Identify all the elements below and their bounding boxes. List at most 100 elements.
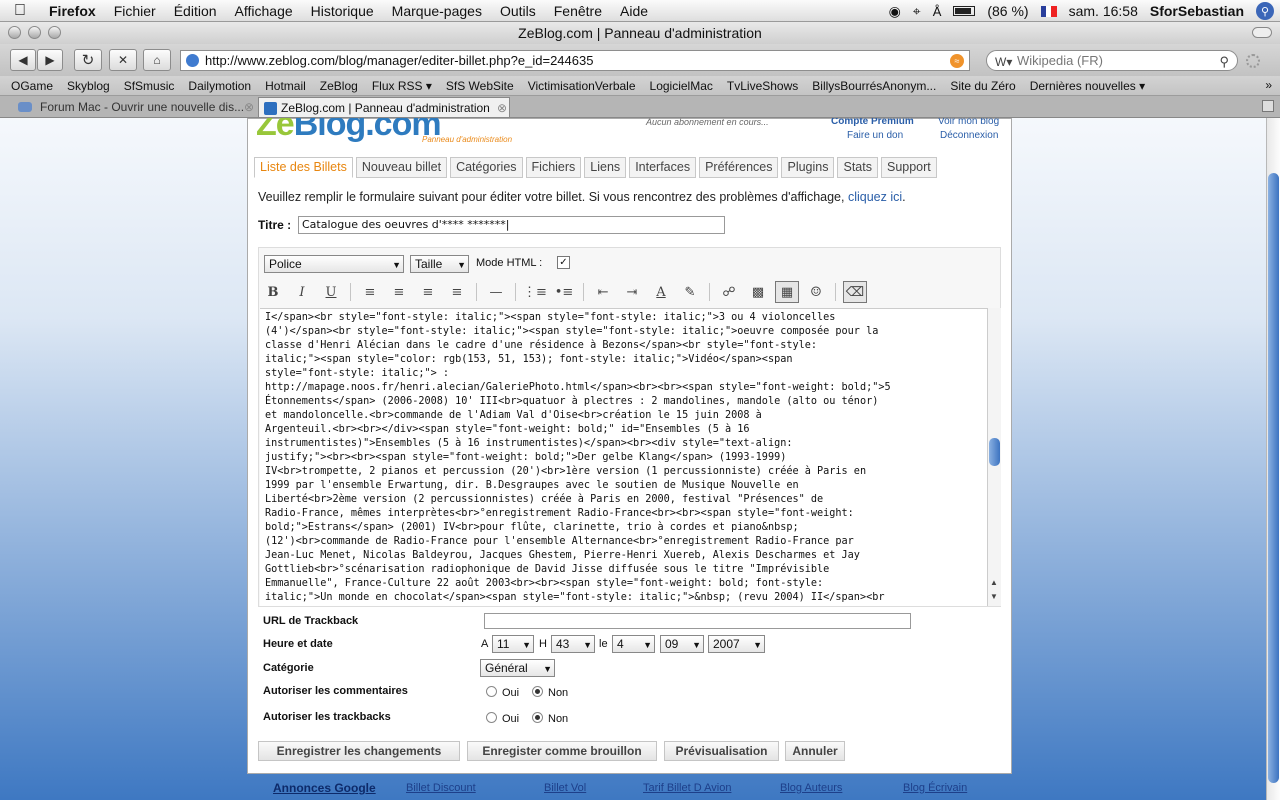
trackbacks-oui-radio[interactable] (486, 712, 497, 723)
html-mode-checkbox[interactable]: ✓ (557, 256, 570, 269)
font-family-select[interactable]: Police ▼ (264, 255, 404, 273)
eraser-icon[interactable]: ⌫ (843, 281, 867, 303)
text-color-button[interactable]: A (649, 281, 673, 303)
trackback-url-input[interactable] (484, 613, 911, 629)
minimize-window-button[interactable] (28, 26, 41, 39)
bookmark-item[interactable]: BillysBourrésAnonym... (805, 79, 943, 93)
tab-fichiers[interactable]: Fichiers (525, 157, 582, 178)
bookmark-item[interactable]: VictimisationVerbale (521, 79, 643, 93)
donate-link[interactable]: Faire un don (847, 130, 903, 141)
menu-edition[interactable]: Édition (165, 3, 226, 19)
bookmarks-overflow-button[interactable]: » (1265, 78, 1272, 92)
insert-link-icon[interactable]: ☍ (717, 281, 741, 303)
comments-non-radio[interactable] (532, 686, 543, 697)
underline-button[interactable]: U (319, 281, 343, 303)
apple-menu-icon[interactable]:  (0, 2, 40, 20)
wikipedia-engine-icon[interactable]: W▾ (995, 53, 1012, 72)
wifi-icon[interactable]: ⌖ (913, 3, 921, 20)
tab-stats[interactable]: Stats (837, 157, 878, 178)
premium-account-link[interactable]: Compte Premium (831, 118, 914, 127)
ad-link[interactable]: Billet Vol (544, 782, 586, 794)
bookmark-item[interactable]: SfSmusic (117, 79, 182, 93)
editor-scrollbar[interactable]: ▲ ▼ (987, 308, 1001, 606)
close-window-button[interactable] (8, 26, 21, 39)
bookmark-item[interactable]: TvLiveShows (720, 79, 805, 93)
bold-button[interactable]: B (261, 281, 285, 303)
spotlight-icon[interactable]: ⚲ (1256, 2, 1274, 20)
html-source-textarea[interactable]: I</span><br style="font-style: italic;">… (260, 308, 987, 606)
tab-preferences[interactable]: Préférences (699, 157, 779, 178)
zoom-window-button[interactable] (48, 26, 61, 39)
bookmark-item[interactable]: Dailymotion (181, 79, 258, 93)
scroll-down-icon[interactable]: ▼ (990, 592, 998, 601)
horizontal-rule-button[interactable]: — (484, 281, 508, 303)
preview-button[interactable]: Prévisualisation (664, 741, 779, 761)
hour-select[interactable]: 11 ▼ (492, 635, 534, 653)
tab-support[interactable]: Support (880, 157, 937, 178)
title-input[interactable]: Catalogue des oeuvres d'**** *******| (298, 216, 725, 234)
minute-select[interactable]: 43 ▼ (551, 635, 595, 653)
align-center-button[interactable]: ≡ (387, 281, 411, 303)
trackbacks-non-option[interactable]: Non (532, 712, 568, 725)
help-link[interactable]: cliquez ici (848, 190, 902, 204)
bluetooth-icon[interactable]: Å (933, 4, 942, 19)
menu-marque-pages[interactable]: Marque-pages (383, 3, 491, 19)
home-button[interactable]: ⌂ (143, 49, 171, 71)
italic-button[interactable]: I (290, 281, 314, 303)
insert-image-icon[interactable]: ▩ (746, 281, 770, 303)
view-blog-link[interactable]: Voir mon blog (938, 118, 999, 127)
category-select[interactable]: Général ▼ (480, 659, 555, 677)
bookmark-item[interactable]: Hotmail (258, 79, 313, 93)
bookmark-item[interactable]: LogicielMac (643, 79, 720, 93)
menu-fenetre[interactable]: Fenêtre (545, 3, 611, 19)
menu-fichier[interactable]: Fichier (105, 3, 165, 19)
browser-tab-zeblog[interactable]: ZeBlog.com | Panneau d'administration ⊗ (258, 97, 510, 117)
menu-app-firefox[interactable]: Firefox (40, 3, 105, 19)
comments-non-option[interactable]: Non (532, 686, 568, 699)
indent-button[interactable]: ⇥ (620, 281, 644, 303)
align-left-button[interactable]: ≡ (358, 281, 382, 303)
outdent-button[interactable]: ⇤ (591, 281, 615, 303)
save-button[interactable]: Enregistrer les changements (258, 741, 460, 761)
bookmark-item[interactable]: Skyblog (60, 79, 117, 93)
tab-liens[interactable]: Liens (584, 157, 627, 178)
search-input[interactable]: W▾ Wikipedia (FR) ⚲ (986, 50, 1238, 71)
day-select[interactable]: 4 ▼ (612, 635, 655, 653)
growl-icon[interactable]: ◉ (889, 3, 901, 20)
close-tab-icon[interactable]: ⊗ (244, 97, 254, 117)
font-size-select[interactable]: Taille ▼ (410, 255, 469, 273)
ad-link[interactable]: Blog Auteurs (780, 782, 842, 794)
highlight-color-button[interactable]: ✎ (678, 281, 702, 303)
page-scrollbar[interactable] (1266, 118, 1280, 800)
ad-link[interactable]: Billet Discount (406, 782, 476, 794)
close-tab-icon[interactable]: ⊗ (497, 98, 507, 117)
cancel-button[interactable]: Annuler (785, 741, 845, 761)
forward-button[interactable]: ▶ (37, 49, 63, 71)
ordered-list-button[interactable]: ⋮≡ (523, 281, 547, 303)
year-select[interactable]: 2007 ▼ (708, 635, 765, 653)
french-flag-icon[interactable] (1040, 5, 1057, 17)
search-icon[interactable]: ⚲ (1219, 52, 1229, 71)
tab-liste-billets[interactable]: Liste des Billets (254, 157, 353, 178)
editor-scroll-thumb[interactable] (989, 438, 1000, 466)
page-scroll-thumb[interactable] (1268, 173, 1279, 783)
url-bar[interactable]: http://www.zeblog.com/blog/manager/edite… (180, 50, 970, 71)
menu-historique[interactable]: Historique (302, 3, 383, 19)
menu-aide[interactable]: Aide (611, 3, 657, 19)
comments-oui-radio[interactable] (486, 686, 497, 697)
rss-feed-icon[interactable]: ≈ (950, 54, 964, 68)
browser-tab-forum-mac[interactable]: Forum Mac - Ouvrir une nouvelle dis... ⊗ (10, 97, 256, 117)
tab-interfaces[interactable]: Interfaces (629, 157, 697, 178)
bookmark-item[interactable]: Site du Zéro (943, 79, 1022, 93)
back-button[interactable]: ◀ (10, 49, 36, 71)
tab-categories[interactable]: Catégories (450, 157, 523, 178)
tab-nouveau-billet[interactable]: Nouveau billet (355, 157, 448, 178)
save-draft-button[interactable]: Enregister comme brouillon (467, 741, 657, 761)
user-name[interactable]: SforSebastian (1150, 3, 1244, 19)
align-right-button[interactable]: ≡ (416, 281, 440, 303)
ads-heading[interactable]: Annonces Google (273, 781, 376, 795)
justify-button[interactable]: ≡ (445, 281, 469, 303)
comments-oui-option[interactable]: Oui (486, 686, 519, 699)
scroll-up-icon[interactable]: ▲ (990, 578, 998, 587)
month-select[interactable]: 09 ▼ (660, 635, 704, 653)
